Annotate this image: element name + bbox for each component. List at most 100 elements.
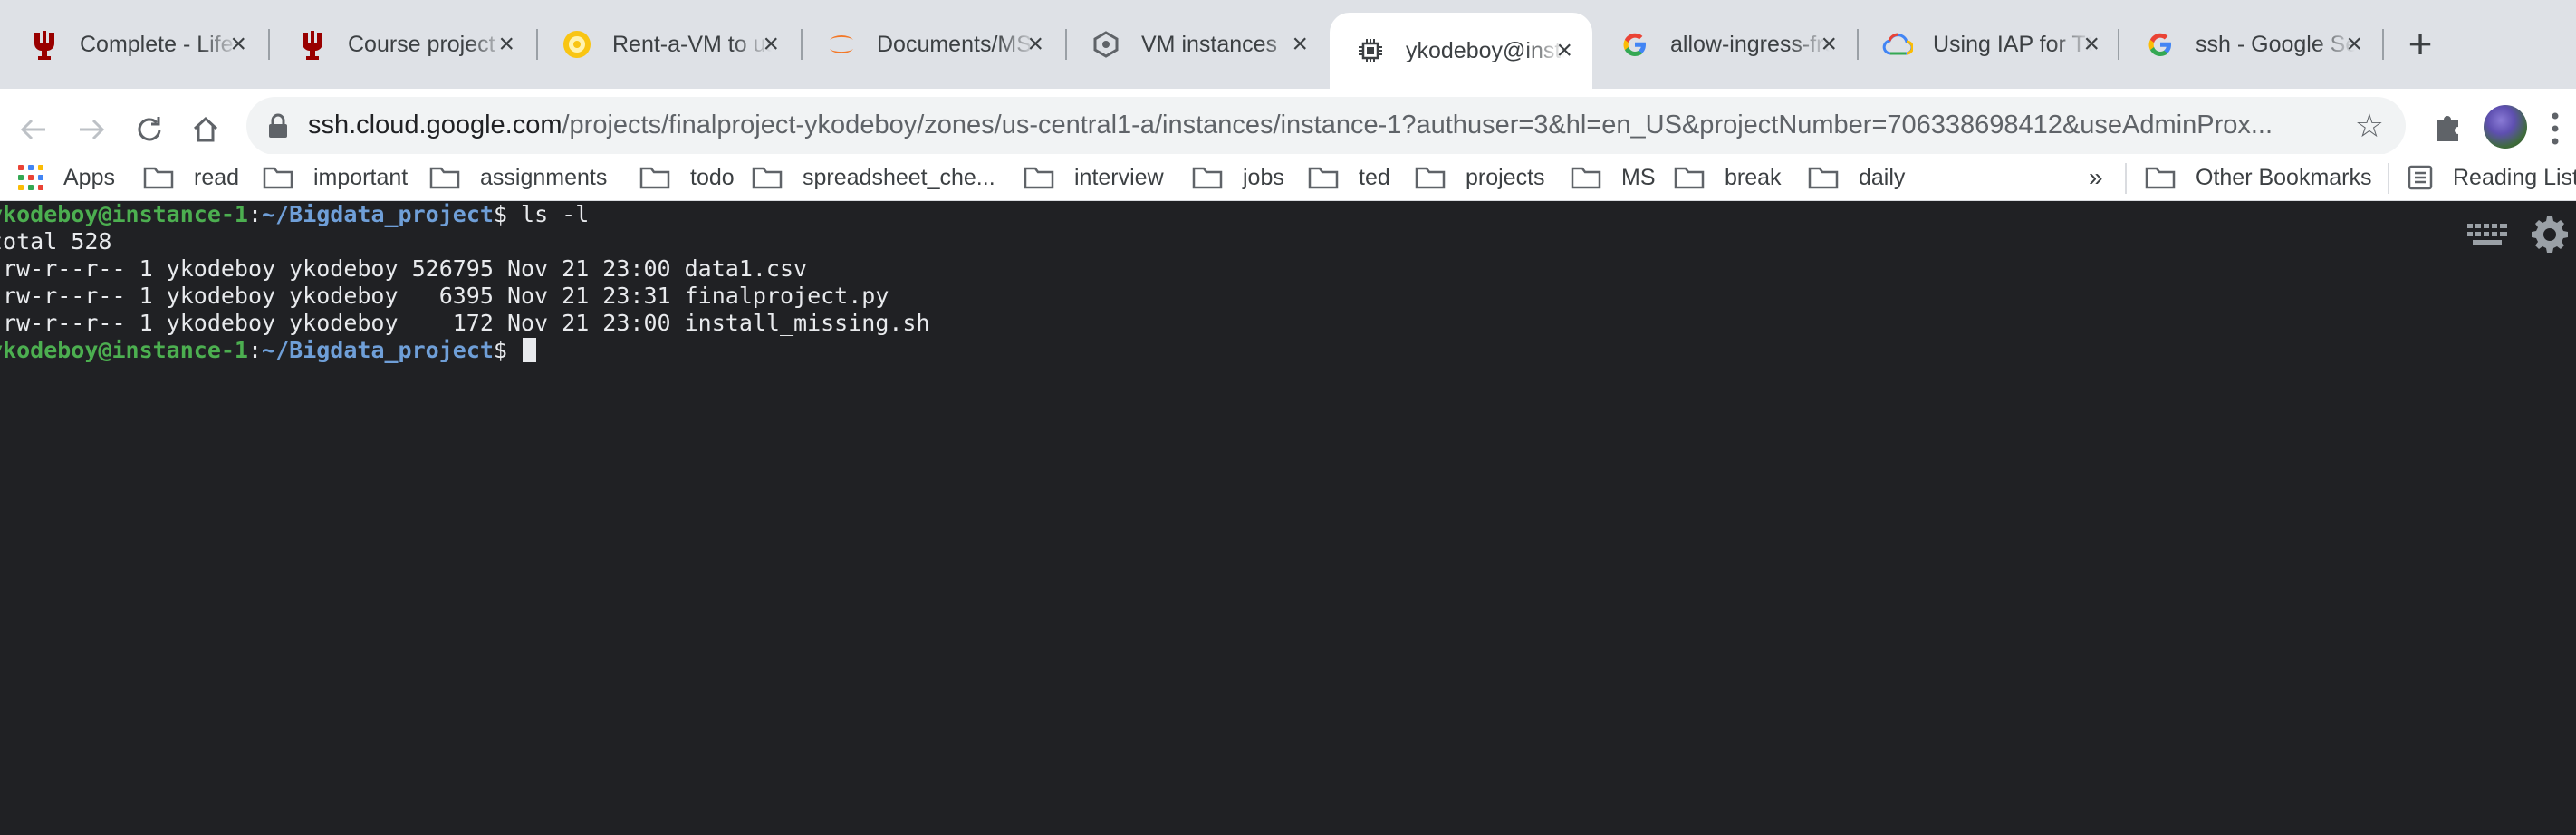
terminal-prompt-line[interactable]: ykodeboy@instance-1:~/Bigdata_project$ <box>0 337 537 364</box>
bookmark-label: spreadsheet_che... <box>803 164 995 190</box>
bookmarks-bar: Apps read important assignments todo spr… <box>0 154 2576 201</box>
prompt-user-host: ykodeboy@instance-1 <box>0 337 248 363</box>
rent-a-vm-icon <box>562 29 592 60</box>
back-arrow-icon <box>20 119 45 140</box>
tab-divider <box>268 29 270 60</box>
folder-icon <box>1808 167 1839 189</box>
bookmarks-divider <box>2388 163 2389 194</box>
bookmark-label: todo <box>690 164 735 190</box>
tab-allow-ingress[interactable]: allow-ingress-from × <box>1594 13 1857 76</box>
terminal-command-line: ykodeboy@instance-1:~/Bigdata_project$ l… <box>0 201 589 228</box>
folder-icon <box>752 167 783 189</box>
folder-icon <box>1571 167 1601 189</box>
tab-vm-instances[interactable]: VM instances × <box>1065 13 1328 76</box>
address-bar[interactable]: ssh.cloud.google.com/projects/finalproje… <box>246 97 2406 155</box>
close-tab-icon[interactable]: × <box>498 31 514 58</box>
folder-icon <box>639 167 670 189</box>
tab-ssh-google-search[interactable]: ssh - Google Search × <box>2119 13 2382 76</box>
home-button[interactable] <box>185 109 226 150</box>
bookmark-label: important <box>313 164 409 190</box>
bookmark-folder-todo[interactable]: todo <box>639 154 735 201</box>
tab-documents-ms[interactable]: Documents/MS × <box>801 13 1063 76</box>
cloud-console-icon <box>1091 29 1121 60</box>
settings-gear-icon[interactable] <box>2529 214 2571 255</box>
tab-ssh-instance-1[interactable]: ykodeboy@instance-1 × <box>1330 13 1592 89</box>
close-tab-icon[interactable]: × <box>1556 37 1572 64</box>
folder-icon <box>1192 167 1223 189</box>
tab-title: Documents/MS <box>877 31 1032 57</box>
close-tab-icon[interactable]: × <box>1292 31 1308 58</box>
url-path: /projects/finalproject-ykodeboy/zones/us… <box>562 110 2273 139</box>
reading-list-icon <box>2408 165 2433 190</box>
prompt-separator: : <box>247 201 263 227</box>
bookmark-folder-read[interactable]: read <box>143 154 239 201</box>
reload-icon <box>138 117 161 141</box>
back-button[interactable] <box>13 109 54 150</box>
bookmark-folder-assignments[interactable]: assignments <box>429 154 607 201</box>
prompt-symbol: $ <box>493 201 522 227</box>
close-tab-icon[interactable]: × <box>1821 31 1837 58</box>
bookmarks-overflow-button[interactable]: » <box>2089 154 2103 201</box>
bookmark-label: interview <box>1074 164 1164 190</box>
prompt-user-host: ykodeboy@instance-1 <box>0 201 248 227</box>
bookmark-folder-daily[interactable]: daily <box>1808 154 1905 201</box>
extensions-puzzle-icon[interactable] <box>2427 107 2467 147</box>
folder-icon <box>143 167 174 189</box>
keyboard-icon[interactable] <box>2465 221 2509 248</box>
tab-course-project[interactable]: Course project × <box>272 13 534 76</box>
reading-list-button[interactable]: Reading List <box>2408 154 2576 201</box>
url-text[interactable]: ssh.cloud.google.com/projects/finalproje… <box>308 110 2301 140</box>
forward-button[interactable] <box>71 109 112 150</box>
bookmark-label: daily <box>1859 164 1906 190</box>
close-tab-icon[interactable]: × <box>1027 31 1043 58</box>
reload-button[interactable] <box>129 109 170 150</box>
url-host: ssh.cloud.google.com <box>308 110 562 139</box>
terminal-command: ls -l <box>521 201 590 227</box>
bookmark-folder-ted[interactable]: ted <box>1308 154 1390 201</box>
bookmark-folder-spreadsheet[interactable]: spreadsheet_che... <box>752 154 995 201</box>
ssh-terminal[interactable]: ykodeboy@instance-1:~/Bigdata_project$ l… <box>0 201 2576 835</box>
tab-title: Using IAP for TCP <box>1933 31 2092 57</box>
bookmark-star-icon[interactable]: ☆ <box>2355 110 2384 142</box>
bookmark-folder-important[interactable]: important <box>263 154 408 201</box>
close-tab-icon[interactable]: × <box>2083 31 2100 58</box>
tab-using-iap[interactable]: Using IAP for TCP × <box>1857 13 2119 76</box>
bookmark-label: assignments <box>480 164 608 190</box>
close-tab-icon[interactable]: × <box>230 31 246 58</box>
bookmark-label: projects <box>1466 164 1545 190</box>
jupyter-icon <box>826 29 857 60</box>
folder-icon <box>263 167 293 189</box>
tab-complete-life[interactable]: Complete - Life × <box>4 13 266 76</box>
more-menu-icon[interactable] <box>2549 109 2562 149</box>
iu-trident-icon <box>29 29 60 60</box>
bookmark-other-bookmarks[interactable]: Other Bookmarks <box>2145 154 2372 201</box>
prompt-path: ~/Bigdata_project <box>262 201 494 227</box>
tab-title: Rent-a-VM to use <box>612 31 772 57</box>
bookmark-label: Apps <box>63 164 115 190</box>
bookmark-label: break <box>1725 164 1782 190</box>
tab-title: Complete - Life <box>80 31 234 57</box>
bookmark-folder-jobs[interactable]: jobs <box>1192 154 1284 201</box>
bookmark-folder-ms[interactable]: MS <box>1571 154 1656 201</box>
bookmark-label: jobs <box>1243 164 1284 190</box>
new-tab-button[interactable]: + <box>2402 23 2438 65</box>
terminal-output-line: -rw-r--r-- 1 ykodeboy ykodeboy 526795 No… <box>0 255 808 282</box>
prompt-path: ~/Bigdata_project <box>262 337 494 363</box>
profile-avatar[interactable] <box>2484 105 2527 149</box>
bookmark-folder-interview[interactable]: interview <box>1024 154 1164 201</box>
folder-icon <box>1674 167 1705 189</box>
bookmark-apps[interactable]: Apps <box>18 154 115 201</box>
folder-icon <box>1024 167 1054 189</box>
bookmark-label: read <box>194 164 240 190</box>
tab-title: ssh - Google Search <box>2196 31 2355 57</box>
tab-rent-a-vm[interactable]: Rent-a-VM to use × <box>536 13 799 76</box>
close-tab-icon[interactable]: × <box>2346 31 2362 58</box>
close-tab-icon[interactable]: × <box>763 31 779 58</box>
tab-title: Course project <box>348 31 495 57</box>
folder-icon <box>429 167 460 189</box>
bookmark-folder-break[interactable]: break <box>1674 154 1782 201</box>
bookmark-folder-projects[interactable]: projects <box>1415 154 1545 201</box>
bookmark-label: MS <box>1621 164 1656 190</box>
tab-divider <box>2382 29 2384 60</box>
tab-title: VM instances <box>1141 31 1278 57</box>
